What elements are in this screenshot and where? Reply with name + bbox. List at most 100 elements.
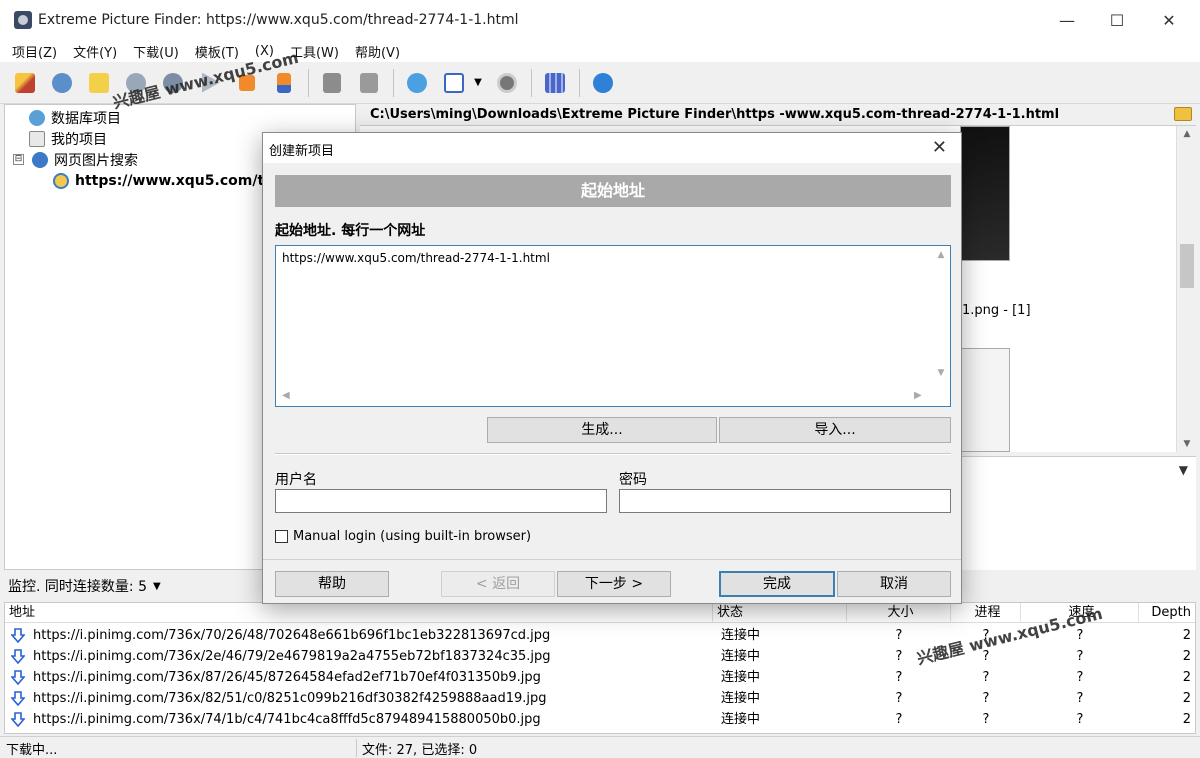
cancel-button[interactable]: 取消 [837,571,951,597]
table-row[interactable]: https://i.pinimg.com/736x/82/51/c0/8251c… [5,688,1195,709]
details-view-icon [360,72,378,93]
next-button[interactable]: 下一步 > [557,571,671,597]
view-list-button[interactable] [317,68,347,98]
textarea-horizontal-scrollbar[interactable]: ◀ ▶ [278,390,934,404]
row-speed: ? [1076,712,1084,727]
scroll-up-arrow[interactable]: ▲ [934,250,948,260]
username-field[interactable] [275,489,607,513]
download-arrow-icon [11,691,25,706]
row-progress: ? [982,712,990,727]
menu-file[interactable]: 文件(Y) [67,42,123,61]
table-row[interactable]: https://i.pinimg.com/736x/2e/46/79/2e467… [5,646,1195,667]
document-icon [29,130,45,147]
table-row[interactable]: https://i.pinimg.com/736x/87/26/45/87264… [5,667,1195,688]
status-divider [356,739,357,757]
textarea-vertical-scrollbar[interactable]: ▲ ▼ [934,248,948,384]
scroll-down-arrow[interactable]: ▼ [934,368,948,378]
column-url[interactable]: 地址 [5,603,713,623]
row-speed: ? [1076,691,1084,706]
toolbar-separator [393,68,394,97]
row-depth: 2 [1182,649,1191,664]
tree-item-database[interactable]: 数据库项目 [29,107,121,128]
row-progress: ? [982,670,990,685]
wrench-icon [52,72,72,93]
thumbnail-image[interactable] [960,348,1010,452]
row-progress: ? [982,691,990,706]
project-tools-button[interactable] [47,68,77,98]
menu-bar: 项目(Z) 文件(Y) 下载(U) 模板(T) (X) 工具(W) 帮助(V) [0,40,1200,62]
dialog-title-bar: 创建新项目 ✕ [263,133,961,163]
help-button[interactable]: 帮助 [275,571,389,597]
scroll-up-arrow[interactable]: ▲ [1177,126,1197,142]
generate-button[interactable]: 生成... [487,417,717,443]
monitor-label: 监控. 同时连接数量: 5 [8,579,147,595]
manual-login-label[interactable]: Manual login (using built-in browser) [293,529,531,544]
row-url: https://i.pinimg.com/736x/70/26/48/70264… [33,628,551,643]
row-depth: 2 [1182,691,1191,706]
tree-item-label: 数据库项目 [51,110,121,127]
thumbnail-scrollbar[interactable]: ▲ ▼ [1176,126,1196,452]
thumbnails-button[interactable] [540,68,570,98]
status-text: 下载中... [6,743,58,758]
column-size[interactable]: 大小 [847,603,951,623]
view-details-button[interactable] [354,68,384,98]
tree-item-my-projects[interactable]: 我的项目 [29,128,107,149]
row-url: https://i.pinimg.com/736x/2e/46/79/2e467… [33,649,551,664]
browser-button[interactable] [402,68,432,98]
row-url: https://i.pinimg.com/736x/87/26/45/87264… [33,670,541,685]
dialog-close-button[interactable]: ✕ [932,137,947,158]
row-size: ? [895,712,903,727]
column-status[interactable]: 状态 [713,603,847,623]
grid-icon [545,72,565,93]
scroll-left-arrow[interactable]: ◀ [282,390,290,401]
comment-button[interactable] [84,68,114,98]
dialog-title: 创建新项目 [269,144,335,159]
tree-item-web-search[interactable]: ⊟ 网页图片搜索 [13,149,138,170]
menu-help[interactable]: 帮助(V) [349,42,406,61]
scroll-right-arrow[interactable]: ▶ [914,390,922,401]
minimize-button[interactable]: — [1040,0,1094,40]
app-logo-icon [14,11,32,29]
maximize-button[interactable]: ☐ [1090,0,1144,40]
folder-path: C:\Users\ming\Downloads\Extreme Picture … [370,107,1060,122]
start-url-label: 起始地址. 每行一个网址 [275,223,426,239]
folder-icon[interactable] [1174,107,1192,121]
tree-item-label: 我的项目 [51,131,107,148]
start-url-textarea[interactable]: https://www.xqu5.com/thread-2774-1-1.htm… [275,245,951,407]
settings-button[interactable] [492,68,522,98]
edit-project-button[interactable] [10,68,40,98]
calendar-button[interactable] [439,68,469,98]
tree-item-label: 网页图片搜索 [54,152,138,169]
scroll-thumb[interactable] [1180,244,1194,288]
download-arrow-icon [11,649,25,664]
close-button[interactable]: ✕ [1142,0,1196,40]
row-url: https://i.pinimg.com/736x/74/1b/c4/741bc… [33,712,541,727]
download-arrow-icon [11,670,25,685]
status-bar: 下载中... 文件: 27, 已选择: 0 [0,736,1200,758]
back-button[interactable]: < 返回 [441,571,555,597]
username-label: 用户名 [275,472,317,488]
help-toolbar-button[interactable] [588,68,618,98]
dialog-footer-divider [263,559,961,560]
calendar-dropdown[interactable]: ▼ [471,68,485,98]
help-icon [593,72,613,93]
finish-button[interactable]: 完成 [719,571,835,597]
column-progress[interactable]: 进程 [951,603,1021,623]
import-button[interactable]: 导入... [719,417,951,443]
table-row[interactable]: https://i.pinimg.com/736x/74/1b/c4/741bc… [5,709,1195,730]
thumbnail-image[interactable] [960,126,1010,261]
speech-bubble-icon [89,72,109,93]
column-depth[interactable]: Depth [1139,603,1197,623]
collapse-toggle[interactable]: ⊟ [13,154,24,165]
chevron-down-icon[interactable]: ▼ [153,581,161,592]
menu-download[interactable]: 下载(U) [127,42,185,61]
chevron-down-icon[interactable]: ▼ [1179,463,1188,477]
globe-icon [407,72,427,93]
file-count: 文件: 27, 已选择: 0 [362,743,478,758]
row-speed: ? [1076,670,1084,685]
manual-login-checkbox[interactable] [275,530,288,543]
scroll-down-arrow[interactable]: ▼ [1177,436,1197,452]
password-field[interactable] [619,489,951,513]
tree-item-current-project[interactable]: https://www.xqu5.com/thre [53,170,291,191]
menu-project[interactable]: 项目(Z) [6,42,63,61]
